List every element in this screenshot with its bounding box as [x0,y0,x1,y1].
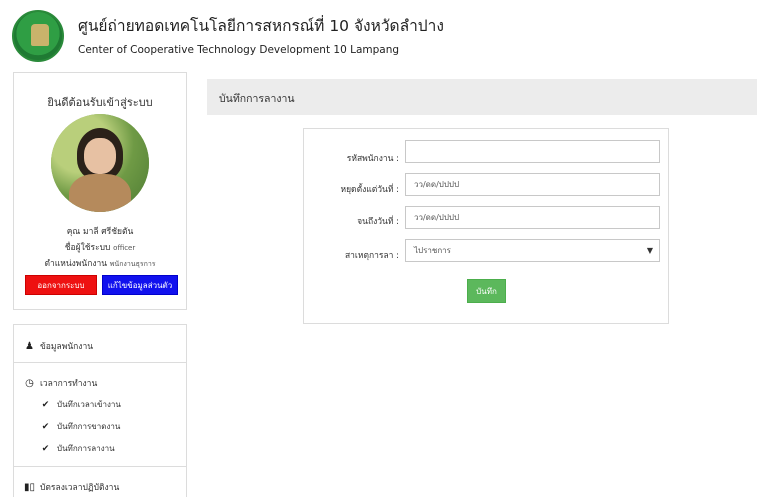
check-icon: ✔ [41,399,50,410]
sidebar-item-label: ข้อมูลพนักงาน [40,342,94,352]
sidebar-menu: ♟ ข้อมูลพนักงาน ◷ เวลาการทำงาน ✔ บันทึกเ… [13,324,187,497]
username-value: officer [113,244,136,252]
save-button[interactable]: บันทึก [467,279,506,303]
sidebar-item-label: บัตรลงเวลาปฏิบัติงาน [40,483,120,493]
check-icon: ✔ [41,443,50,454]
position-line: ตำแหน่งพนักงาน พนักงานธุรการ [14,256,186,270]
from-date-label: หยุดตั้งแต่วันที่ : [340,185,399,195]
sidebar-item-employee-data[interactable]: ♟ ข้อมูลพนักงาน [24,339,93,353]
sidebar-item-label: บันทึกการขาดงาน [57,422,121,431]
user-icon: ♟ [25,340,34,352]
to-date-label: จนถึงวันที่ : [357,217,399,227]
from-date-input[interactable]: วว/ดด/ปปปป [405,173,660,196]
sidebar-item-label: บันทึกเวลาเข้างาน [57,400,121,409]
position-label: ตำแหน่งพนักงาน [44,259,108,269]
to-date-input[interactable]: วว/ดด/ปปปป [405,206,660,229]
sidebar-item-leave[interactable]: ✔ บันทึกการลางาน [40,442,115,455]
sidebar-item-check-in[interactable]: ✔ บันทึกเวลาเข้างาน [40,398,121,411]
sidebar-item-label: เวลาการทำงาน [40,379,98,389]
employee-id-input[interactable] [405,140,660,163]
barcode-icon: ▮▯ [24,481,36,493]
reason-select-value: ไปราชการ [414,246,451,255]
page-header: บันทึกการลางาน [207,79,757,115]
chevron-down-icon: ▼ [646,246,653,255]
clock-icon: ◷ [25,377,34,389]
sidebar-item-label: บันทึกการลางาน [57,444,115,453]
edit-profile-button[interactable]: แก้ไขข้อมูลส่วนตัว [102,275,178,295]
position-value: พนักงานธุรการ [109,260,156,268]
site-logo [12,10,64,62]
logout-button[interactable]: ออกจากระบบ [25,275,97,295]
reason-select[interactable]: ไปราชการ ▼ [405,239,660,262]
profile-panel: ยินดีต้อนรับเข้าสู่ระบบ คุณ มาลี ศรีชัยต… [13,72,187,310]
employee-id-label: รหัสพนักงาน : [346,154,399,164]
username-label: ชื่อผู้ใช้ระบบ [64,243,111,253]
reason-label: สาเหตุการลา : [344,251,399,261]
site-subtitle: Center of Cooperative Technology Develop… [78,44,400,56]
username-line: ชื่อผู้ใช้ระบบ officer [14,240,186,254]
user-name: คุณ มาลี ศรีชัยตัน [66,227,134,237]
site-title: ศูนย์ถ่ายทอดเทคโนโลยีการสหกรณ์ที่ 10 จัง… [78,17,444,35]
page-title: บันทึกการลางาน [219,93,295,105]
sidebar-item-absence[interactable]: ✔ บันทึกการขาดงาน [40,420,121,433]
welcome-text: ยินดีต้อนรับเข้าสู่ระบบ [47,96,153,109]
check-icon: ✔ [41,421,50,432]
sidebar-item-work-time[interactable]: ◷ เวลาการทำงาน [24,376,97,390]
sidebar-item-time-card[interactable]: ▮▯ บัตรลงเวลาปฏิบัติงาน [24,480,119,494]
leave-form: รหัสพนักงาน : หยุดตั้งแต่วันที่ : วว/ดด/… [303,128,669,324]
avatar [51,114,149,212]
